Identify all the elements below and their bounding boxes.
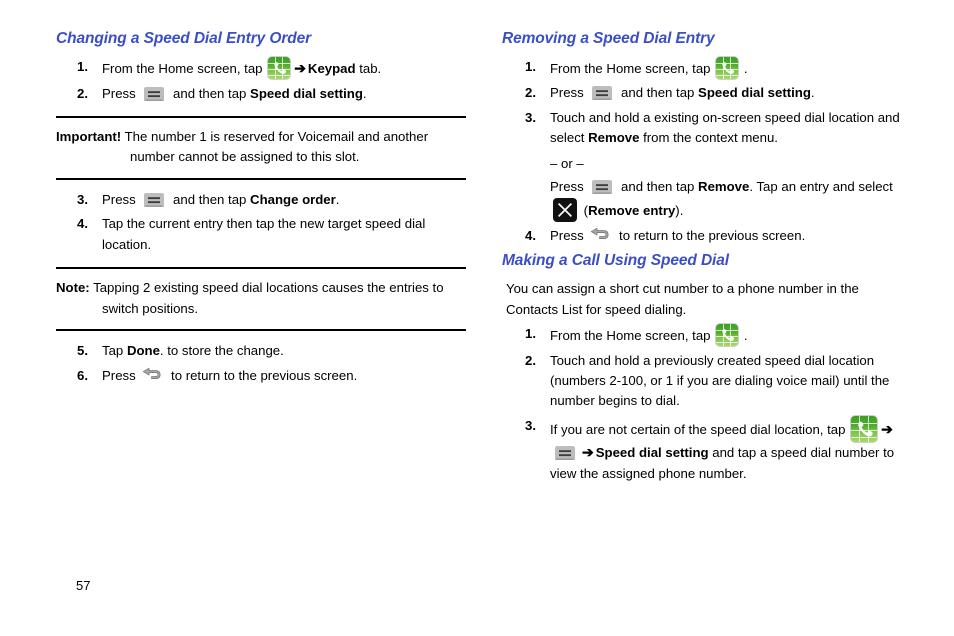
menu-key-icon [142,192,166,207]
steps-list-changing-part3: 5. Tap Done. to store the change. 6. Pre… [56,341,466,386]
phone-dialer-icon [716,56,739,79]
right-column: Removing a Speed Dial Entry 1. From the … [502,30,912,488]
step-number: 3. [525,109,536,125]
menu-key-icon [590,179,614,195]
step-text: Tap Done. to store the change. [102,343,284,359]
step-text: Tap the current entry then tap the new t… [102,216,426,252]
step-number: 2. [525,85,536,101]
emphasis-text: Remove entry [588,202,676,218]
step-number: 3. [525,417,536,433]
list-item: 2. Touch and hold a previously created s… [502,351,912,412]
list-item: 3. If you are not certain of the speed d… [502,415,912,484]
callout-label: Note: [56,280,90,296]
steps-list-changing-part2: 3. Press and then tap Change order. 4. T… [56,190,466,255]
list-item: 6. Press to return to the previous scree… [56,366,466,386]
list-item: 4. Press to return to the previous scree… [502,226,912,246]
list-item: 2. Press and then tap Speed dial setting… [56,84,466,104]
step-number: 5. [77,343,88,359]
steps-list-removing: 1. From the Home screen, tap . 2. Press … [502,56,912,247]
step-text: From the Home screen, tap . [550,324,748,347]
heading-changing-speed-dial-entry-order: Changing a Speed Dial Entry Order [56,30,312,47]
menu-key-icon [553,445,577,460]
step-text: Touch and hold a previously created spee… [550,352,890,409]
emphasis-text: Speed dial setting [250,85,363,101]
step-text: Press to return to the previous screen. [102,367,358,383]
emphasis-text: Remove [588,130,640,146]
step-text: If you are not certain of the speed dial… [550,415,895,481]
phone-dialer-icon [716,324,739,347]
step-number: 1. [525,58,536,74]
step-number: 1. [77,58,88,74]
manual-page: Changing a Speed Dial Entry Order 1. Fro… [0,0,954,636]
callout-body: Note: Tapping 2 existing speed dial loca… [56,278,466,319]
step-text: From the Home screen, tap ➔ Keypad tab. [102,56,381,79]
heading-making-a-call-using-speed-dial: Making a Call Using Speed Dial [502,252,729,270]
menu-key-icon [590,85,614,101]
step-number: 2. [525,352,536,368]
emphasis-text: Change order [250,191,336,207]
emphasis-text: Speed dial setting [698,85,811,101]
step-number: 2. [77,85,88,101]
callout-text: Tapping 2 existing speed dial locations … [89,280,444,316]
list-item: 1. From the Home screen, tap . [502,324,912,347]
page-number: 57 [76,578,91,593]
phone-dialer-icon [268,56,291,79]
left-column: Changing a Speed Dial Entry Order 1. Fro… [56,30,466,390]
step-text: Press to return to the previous screen. [550,227,806,243]
step-text: Press and then tap Change order. [102,191,340,207]
step-number: 4. [525,227,536,243]
list-item: 1. From the Home screen, tap ➔ Keypad tab… [56,56,466,80]
right-arrow-icon: ➔ [582,443,594,460]
callout-text: The number 1 is reserved for Voicemail a… [121,128,429,165]
emphasis-text: Done [126,343,160,359]
alternative-separator: – or – [550,155,584,171]
callout-label: Important! [56,128,122,144]
callout-body: Important! The number 1 is reserved for … [56,127,466,168]
step-text: From the Home screen, tap . [550,56,748,79]
heading-removing-a-speed-dial-entry: Removing a Speed Dial Entry [502,30,715,47]
step-number: 3. [77,191,88,207]
back-key-icon [142,367,164,383]
step-number: 4. [77,216,88,232]
list-item: 1. From the Home screen, tap . [502,56,912,79]
emphasis-text: Speed dial setting [595,444,709,460]
list-item: 2. Press and then tap Speed dial setting… [502,83,912,103]
remove-x-icon [553,197,577,222]
callout-important: Important! The number 1 is reserved for … [56,115,466,180]
back-key-icon [590,227,612,243]
step-text: Touch and hold a existing on-screen spee… [550,109,900,146]
alternative-step-text: Press and then tap Remove. Tap an entry … [550,177,912,222]
list-item: 3. Touch and hold a existing on-screen s… [502,108,912,222]
steps-list-making-call: 1. From the Home screen, tap . 2. Touch … [502,324,912,484]
step-number: 1. [525,326,536,342]
step-number: 6. [77,367,88,383]
emphasis-text: Remove [698,179,750,195]
steps-list-changing-part1: 1. From the Home screen, tap ➔ Keypad tab… [56,56,466,104]
list-item: 3. Press and then tap Change order. [56,190,466,210]
list-item: 5. Tap Done. to store the change. [56,341,466,361]
step-text: Press and then tap Speed dial setting. [102,85,367,101]
emphasis-text: Keypad [307,60,356,76]
list-item: 4. Tap the current entry then tap the ne… [56,214,466,255]
intro-paragraph: You can assign a short cut number to a p… [506,281,859,317]
right-arrow-icon: ➔ [294,59,306,76]
phone-dialer-icon [851,415,878,442]
callout-note: Note: Tapping 2 existing speed dial loca… [56,267,466,332]
menu-key-icon [142,86,166,101]
step-text: Press and then tap Speed dial setting. [550,85,815,101]
right-arrow-icon: ➔ [881,420,893,437]
